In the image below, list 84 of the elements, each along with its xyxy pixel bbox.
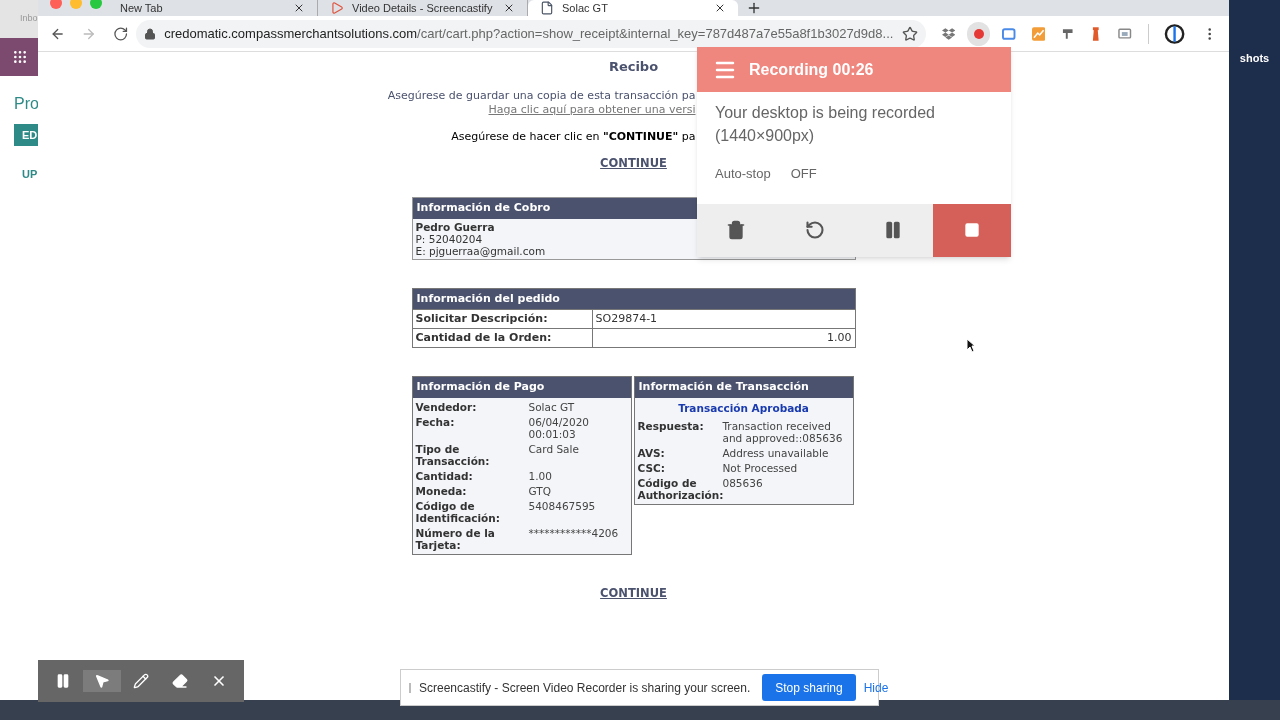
lock-icon bbox=[144, 27, 157, 40]
table-header: Información del pedido bbox=[412, 288, 855, 310]
continue-link[interactable]: CONTINUE bbox=[600, 584, 667, 602]
extension-icon[interactable] bbox=[1061, 26, 1075, 41]
field-label: CSC: bbox=[637, 461, 666, 474]
profile-icon[interactable] bbox=[1164, 22, 1186, 45]
tab-label: Inbo bbox=[20, 12, 38, 26]
field-label: Moneda: bbox=[415, 484, 468, 497]
hide-link[interactable]: Hide bbox=[863, 678, 889, 697]
edit-button[interactable]: ED bbox=[14, 124, 38, 146]
field-label: Tipo de Transacción: bbox=[415, 442, 491, 467]
stop-icon bbox=[963, 222, 980, 238]
page-icon bbox=[540, 1, 554, 15]
new-tab-icon[interactable] bbox=[746, 0, 762, 16]
page-title: Pro bbox=[13, 94, 38, 114]
continue-notice: Asegúrese de hacer clic en "CONTINUE" pa bbox=[451, 128, 696, 145]
mouse-cursor-icon bbox=[966, 338, 976, 353]
field-label: AVS: bbox=[637, 446, 666, 459]
field-label: Respuesta: bbox=[637, 419, 705, 434]
field-label: Vendedor: bbox=[415, 400, 478, 413]
table-cell-text: SO29874-1 bbox=[594, 311, 659, 327]
field-value: Not Processed bbox=[722, 461, 798, 474]
customer-email: E: pjguerraa@gmail.com bbox=[415, 244, 546, 257]
field-value: 1.00 bbox=[528, 469, 552, 482]
field-label: Fecha: bbox=[415, 415, 456, 430]
recording-message: Your desktop is being recorded (1440×900px) bbox=[715, 103, 936, 146]
dropbox-icon[interactable] bbox=[941, 26, 955, 41]
auto-stop-value[interactable]: OFF bbox=[790, 164, 817, 184]
trash-icon bbox=[726, 220, 747, 240]
pen-icon bbox=[133, 673, 149, 689]
address-bar[interactable]: credomatic.compassmerchantsolutions.com/cart/cart.php?action=show_receipt&internal_key=787d487a7e55a8f1b3027d9d8... bbox=[136, 19, 926, 48]
field-value: GTQ bbox=[528, 484, 551, 497]
pause-icon bbox=[55, 673, 71, 689]
sharing-message: Screencastify - Screen Video Recorder is sharing your screen. bbox=[419, 679, 751, 697]
table-cell: Cantidad de la Orden: bbox=[412, 329, 593, 348]
extension-icon[interactable] bbox=[1002, 27, 1016, 40]
receipt-title: Recibo bbox=[608, 58, 659, 76]
table-cell-text: 1.00 bbox=[826, 330, 853, 346]
browser-tab[interactable]: Solac GT bbox=[528, 0, 738, 16]
auto-stop-label: Auto-stop bbox=[715, 165, 771, 183]
play-icon bbox=[330, 1, 344, 15]
pause-button[interactable] bbox=[854, 203, 933, 257]
pointer-icon bbox=[94, 673, 110, 689]
eraser-icon bbox=[172, 673, 188, 689]
field-value: Solac GT bbox=[528, 400, 575, 413]
customer-name: Pedro Guerra bbox=[415, 220, 495, 233]
field-value: Address unavailable bbox=[722, 446, 829, 459]
field-value: Card Sale bbox=[528, 442, 579, 457]
restart-icon bbox=[804, 220, 825, 240]
field-value: 5408467595 bbox=[528, 499, 596, 514]
apps-grid-icon bbox=[12, 49, 28, 65]
table-cell: Solicitar Descripción: bbox=[412, 310, 593, 329]
customer-phone: P: 52040204 bbox=[415, 232, 483, 245]
table-header: Información de Pago bbox=[412, 377, 631, 398]
field-label: Código de Authorización: bbox=[637, 476, 723, 501]
stop-sharing-button[interactable]: Stop sharing bbox=[762, 674, 856, 701]
approval-status: Transacción Aprobada bbox=[678, 400, 809, 416]
close-tab-icon[interactable] bbox=[293, 2, 305, 14]
field-label: Código de Identificación: bbox=[415, 499, 501, 524]
field-value: ************4206 bbox=[528, 526, 619, 541]
table-header: Información de Transacción bbox=[634, 377, 853, 398]
cast-extension-icon[interactable] bbox=[1118, 27, 1132, 40]
drag-handle-icon[interactable] bbox=[409, 682, 411, 693]
field-value: 085636 bbox=[722, 476, 763, 490]
field-label: Cantidad: bbox=[415, 469, 474, 482]
close-tab-icon[interactable] bbox=[503, 2, 515, 14]
recorder-extension-icon[interactable] bbox=[967, 21, 991, 46]
field-value: Transaction received and approved::085636 bbox=[722, 419, 844, 444]
reload-icon[interactable] bbox=[112, 25, 129, 42]
delete-button[interactable] bbox=[697, 203, 776, 257]
bookmark-star-icon[interactable] bbox=[901, 25, 918, 42]
field-label: Número de la Tarjeta: bbox=[415, 526, 496, 551]
close-icon bbox=[211, 673, 227, 689]
recording-timer: Recording 00:26 bbox=[749, 59, 874, 80]
continue-link[interactable]: CONTINUE bbox=[600, 155, 667, 173]
pointer-tool-button[interactable] bbox=[83, 670, 121, 692]
link[interactable]: UP bbox=[0, 166, 38, 183]
close-tab-icon[interactable] bbox=[714, 2, 726, 14]
field-value: 06/04/2020 00:01:03 bbox=[528, 415, 591, 440]
url-text: credomatic.compassmerchantsolutions.com/cart/cart.php?action=show_receipt&internal_key=787d487a7e55a8f1b3027d9d8... bbox=[164, 24, 894, 43]
notice-text: Asegúrese de guardar una copia de esta transacción pa bbox=[387, 88, 696, 103]
desktop-icon-label: shots bbox=[1239, 51, 1270, 66]
stop-button[interactable] bbox=[932, 203, 1011, 257]
printable-version-link[interactable]: Haga clic aquí para obtener una versi bbox=[488, 102, 696, 117]
